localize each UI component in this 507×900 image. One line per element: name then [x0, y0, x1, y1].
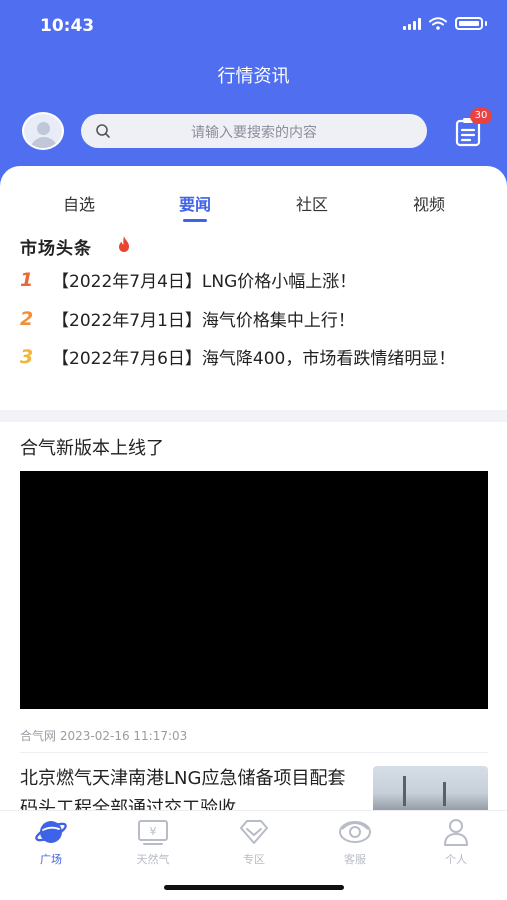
search-input[interactable]: 请输入要搜索的内容	[81, 114, 427, 148]
article-thumbnail[interactable]	[373, 766, 488, 810]
headline-item-1[interactable]: 【2022年7月4日】LNG价格小幅上涨！	[52, 268, 482, 296]
tab-community[interactable]: 社区	[272, 191, 352, 215]
tab-video[interactable]: 视频	[389, 191, 469, 215]
article-separator	[20, 752, 488, 753]
article-source: 合气网	[20, 729, 57, 743]
fire-icon	[119, 236, 129, 252]
headline-section-title: 市场头条	[20, 239, 92, 259]
search-placeholder: 请输入要搜索的内容	[191, 125, 317, 141]
video-player[interactable]	[20, 471, 488, 709]
tabbar-item-gas[interactable]: ¥ 天然气	[118, 817, 188, 867]
notice-badge: 30	[470, 108, 492, 124]
avatar[interactable]	[22, 112, 64, 150]
headline-rank-3: 3	[20, 346, 34, 368]
tab-active-underline	[183, 219, 207, 222]
avatar-body	[30, 137, 58, 148]
article-meta: 合气网 2023-02-16 11:17:03	[20, 727, 187, 744]
main-content: 自选 要闻 社区 视频 市场头条 1 【2022年7月4日】LNG价格小幅上涨！…	[0, 166, 507, 810]
svg-text:¥: ¥	[150, 825, 157, 838]
tabbar-label: 天然气	[136, 853, 170, 866]
headline-rank-1: 1	[20, 269, 34, 291]
tabbar-label: 专区	[243, 853, 265, 866]
planet-icon	[35, 821, 67, 843]
battery-cap	[485, 21, 487, 26]
battery-icon	[455, 17, 483, 30]
tabbar-item-service[interactable]: 客服	[320, 817, 390, 867]
headline-item-2[interactable]: 【2022年7月1日】海气价格集中上行！	[52, 307, 482, 335]
yen-icon: ¥	[138, 820, 168, 845]
headline-item-3[interactable]: 【2022年7月6日】海气降400，市场看跌情绪明显！	[52, 345, 482, 373]
tab-bar: 自选 要闻 社区 视频	[0, 166, 507, 228]
tab-favorites[interactable]: 自选	[39, 191, 119, 215]
tabbar-label: 客服	[344, 853, 366, 866]
status-icons	[403, 17, 487, 30]
headset-icon	[339, 821, 371, 843]
section-divider	[0, 410, 507, 422]
home-indicator	[164, 885, 344, 890]
article-datetime: 2023-02-16 11:17:03	[59, 729, 188, 743]
status-bar: 10:43	[0, 0, 507, 52]
tabbar-item-zone[interactable]: 专区	[219, 817, 289, 867]
tabbar-label: 个人	[445, 853, 467, 866]
tab-news[interactable]: 要闻	[155, 191, 235, 215]
tabbar-item-square[interactable]: 广场	[16, 817, 86, 867]
thumbnail-crane	[443, 782, 446, 806]
article-title-2[interactable]: 北京燃气天津南港LNG应急储备项目配套码头工程全部通过交工验收	[20, 764, 360, 810]
page-title: 行情资讯	[217, 66, 290, 87]
tabbar-label: 广场	[40, 853, 62, 866]
person-icon	[444, 819, 468, 846]
tabbar-item-profile[interactable]: 个人	[421, 817, 491, 867]
article-title[interactable]: 合气新版本上线了	[20, 434, 164, 460]
wifi-icon	[429, 17, 447, 30]
avatar-head	[37, 122, 50, 135]
signal-icon	[403, 17, 421, 30]
status-time: 10:43	[40, 16, 95, 36]
diamond-icon	[240, 820, 268, 844]
thumbnail-crane	[403, 776, 406, 806]
headline-rank-2: 2	[20, 308, 34, 330]
